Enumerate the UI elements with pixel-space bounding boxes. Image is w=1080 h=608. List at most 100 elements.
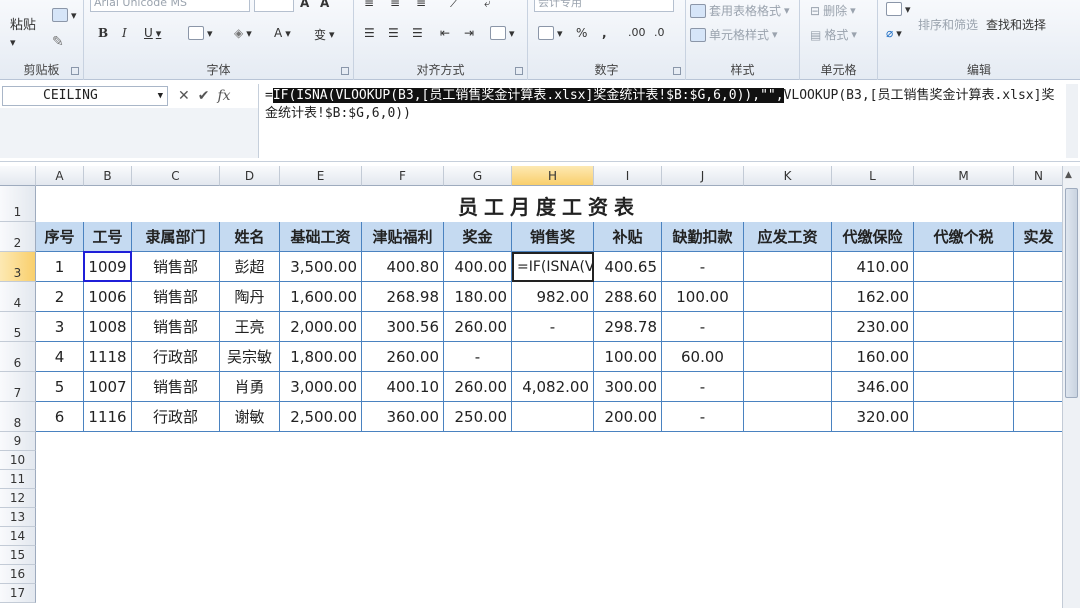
table-cell[interactable]: 2 — [36, 282, 84, 312]
font-launcher[interactable] — [341, 67, 349, 75]
italic-button[interactable]: I — [122, 26, 127, 40]
delete-button[interactable]: ⊟ 删除 ▾ — [810, 2, 856, 19]
formula-scrollbar[interactable] — [1066, 84, 1078, 158]
table-cell[interactable] — [512, 402, 594, 432]
row-header-5[interactable]: 5 — [0, 312, 36, 342]
table-cell[interactable]: 60.00 — [662, 342, 744, 372]
table-cell[interactable]: 行政部 — [132, 402, 220, 432]
table-cell[interactable]: 2,500.00 — [280, 402, 362, 432]
table-cell[interactable]: 400.00 — [444, 252, 512, 282]
cancel-icon[interactable]: ✕ — [178, 88, 190, 104]
phonetic-button[interactable]: 变 ▾ — [314, 26, 335, 43]
row-header-3[interactable]: 3 — [0, 252, 36, 282]
table-cell[interactable]: 吴宗敏 — [220, 342, 280, 372]
align-left-button[interactable]: ☰ — [364, 26, 375, 40]
table-cell[interactable]: 销售部 — [132, 372, 220, 402]
row-header-12[interactable]: 12 — [0, 489, 36, 508]
table-cell[interactable]: 100.00 — [594, 342, 662, 372]
table-cell[interactable]: 162.00 — [832, 282, 914, 312]
table-cell[interactable]: 1,800.00 — [280, 342, 362, 372]
table-cell[interactable] — [1014, 312, 1062, 342]
table-cell[interactable]: 1006 — [84, 282, 132, 312]
scroll-thumb[interactable] — [1065, 188, 1078, 398]
column-header-K[interactable]: K — [744, 166, 832, 186]
table-cell[interactable] — [744, 312, 832, 342]
format-painter-button[interactable]: ✎ — [52, 34, 64, 50]
table-cell[interactable]: 410.00 — [832, 252, 914, 282]
decrease-indent-button[interactable]: ⇤ — [440, 26, 450, 40]
percent-button[interactable]: % — [576, 26, 587, 40]
table-cell[interactable]: 180.00 — [444, 282, 512, 312]
insert-function-icon[interactable]: fx — [217, 88, 230, 104]
table-cell[interactable] — [914, 312, 1014, 342]
row-header-2[interactable]: 2 — [0, 222, 36, 252]
number-launcher[interactable] — [673, 67, 681, 75]
row-header-15[interactable]: 15 — [0, 546, 36, 565]
table-cell[interactable] — [744, 282, 832, 312]
table-cell[interactable]: 王亮 — [220, 312, 280, 342]
row-header-4[interactable]: 4 — [0, 282, 36, 312]
row-header-6[interactable]: 6 — [0, 342, 36, 372]
column-header-F[interactable]: F — [362, 166, 444, 186]
table-cell[interactable]: 4 — [36, 342, 84, 372]
clipboard-launcher[interactable] — [71, 67, 79, 75]
table-cell[interactable]: 1 — [36, 252, 84, 282]
table-cell[interactable]: 400.10 — [362, 372, 444, 402]
table-cell[interactable]: 400.65 — [594, 252, 662, 282]
table-cell[interactable]: 销售部 — [132, 252, 220, 282]
table-cell[interactable]: 1008 — [84, 312, 132, 342]
table-cell[interactable]: 300.56 — [362, 312, 444, 342]
table-cell[interactable]: 160.00 — [832, 342, 914, 372]
table-cell[interactable]: 肖勇 — [220, 372, 280, 402]
table-cell[interactable] — [744, 342, 832, 372]
row-header-1[interactable]: 1 — [0, 186, 36, 222]
table-cell[interactable]: - — [662, 252, 744, 282]
column-header-N[interactable]: N — [1014, 166, 1062, 186]
table-cell[interactable]: 400.80 — [362, 252, 444, 282]
bold-button[interactable]: B — [98, 26, 108, 40]
table-cell[interactable]: 6 — [36, 402, 84, 432]
table-cell[interactable]: 360.00 — [362, 402, 444, 432]
table-cell[interactable] — [1014, 372, 1062, 402]
font-name-combo[interactable]: Arial Unicode MS — [90, 0, 250, 12]
align-right-button[interactable]: ☰ — [412, 26, 423, 40]
format-as-table-button[interactable]: 套用表格格式 ▾ — [690, 2, 790, 19]
copy-button[interactable]: ▾ — [52, 8, 77, 22]
table-cell[interactable]: 4,082.00 — [512, 372, 594, 402]
orientation-button[interactable]: ⟋ — [450, 0, 458, 11]
table-cell[interactable]: - — [662, 372, 744, 402]
middle-align-button[interactable]: ≡ — [390, 0, 400, 10]
table-cell[interactable]: 200.00 — [594, 402, 662, 432]
header-cell-C[interactable]: 隶属部门 — [132, 222, 220, 252]
table-cell[interactable]: 1118 — [84, 342, 132, 372]
table-cell[interactable] — [744, 402, 832, 432]
row-header-13[interactable]: 13 — [0, 508, 36, 527]
table-cell[interactable]: 1009 — [84, 252, 132, 282]
header-cell-G[interactable]: 奖金 — [444, 222, 512, 252]
header-cell-F[interactable]: 津贴福利 — [362, 222, 444, 252]
table-cell[interactable] — [914, 372, 1014, 402]
row-header-7[interactable]: 7 — [0, 372, 36, 402]
row-header-14[interactable]: 14 — [0, 527, 36, 546]
table-cell[interactable]: 260.00 — [362, 342, 444, 372]
sort-filter-button[interactable]: 排序和筛选 — [918, 16, 978, 33]
decrease-decimal-button[interactable]: .0 — [654, 26, 665, 39]
vertical-scrollbar[interactable]: ▲ — [1062, 166, 1080, 608]
table-cell[interactable]: - — [662, 402, 744, 432]
table-cell[interactable]: 320.00 — [832, 402, 914, 432]
merge-center-button[interactable]: ▾ — [490, 26, 515, 40]
table-cell[interactable]: 230.00 — [832, 312, 914, 342]
column-header-A[interactable]: A — [36, 166, 84, 186]
table-cell[interactable] — [1014, 342, 1062, 372]
align-center-button[interactable]: ☰ — [388, 26, 399, 40]
header-cell-J[interactable]: 缺勤扣款 — [662, 222, 744, 252]
header-cell-H[interactable]: 销售奖 — [512, 222, 594, 252]
format-button[interactable]: ▤ 格式 ▾ — [810, 26, 857, 43]
table-cell[interactable]: 陶丹 — [220, 282, 280, 312]
row-header-8[interactable]: 8 — [0, 402, 36, 432]
number-format-combo[interactable]: 会计专用 — [534, 0, 674, 12]
header-cell-L[interactable]: 代缴保险 — [832, 222, 914, 252]
shrink-font-button[interactable]: A — [320, 0, 329, 10]
table-cell[interactable]: 260.00 — [444, 312, 512, 342]
table-cell[interactable] — [914, 282, 1014, 312]
